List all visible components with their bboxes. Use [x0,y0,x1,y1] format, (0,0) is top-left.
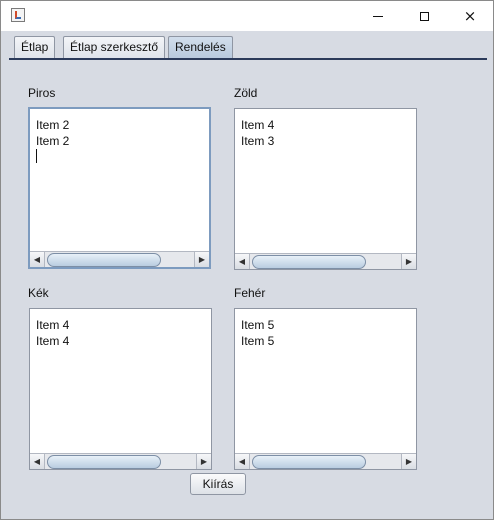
maximize-icon [419,11,429,21]
list-item[interactable]: Item 5 [241,333,274,349]
list-items-zold: Item 4 Item 3 [241,117,274,149]
horizontal-scrollbar[interactable]: ◀ ▶ [30,453,211,469]
scroll-thumb[interactable] [252,255,366,269]
tab-content-divider [9,58,487,60]
list-item[interactable]: Item 4 [36,317,69,333]
java-app-icon [11,8,25,22]
list-zold[interactable]: Item 4 Item 3 ◀ ▶ [234,108,417,270]
list-label-feher: Fehér [234,286,266,300]
rendeles-panel: Piros Item 2 Item 2 ◀ ▶ Zöld Item 4 Item… [1,61,493,517]
list-item[interactable]: Item 5 [241,317,274,333]
list-item[interactable]: Item 4 [241,117,274,133]
list-item[interactable]: Item 4 [36,333,69,349]
scroll-right-icon[interactable]: ▶ [196,454,211,469]
scroll-right-icon[interactable]: ▶ [401,254,416,269]
maximize-button[interactable] [401,1,447,31]
scroll-left-icon[interactable]: ◀ [235,454,250,469]
list-item[interactable]: Item 3 [241,133,274,149]
scroll-right-icon[interactable]: ▶ [401,454,416,469]
list-items-feher: Item 5 Item 5 [241,317,274,349]
scroll-left-icon[interactable]: ◀ [235,254,250,269]
horizontal-scrollbar[interactable]: ◀ ▶ [235,453,416,469]
tab-etlap-szerkeszto[interactable]: Étlap szerkesztő [63,36,166,58]
list-label-zold: Zöld [234,86,258,100]
horizontal-scrollbar[interactable]: ◀ ▶ [235,253,416,269]
scroll-right-icon[interactable]: ▶ [194,252,209,267]
scroll-left-icon[interactable]: ◀ [30,454,45,469]
list-label-kek: Kék [28,286,49,300]
list-item[interactable]: Item 2 [36,133,69,149]
list-kek[interactable]: Item 4 Item 4 ◀ ▶ [29,308,212,470]
kiiras-button[interactable]: Kiírás [190,473,246,495]
scroll-thumb[interactable] [47,455,161,469]
scroll-thumb[interactable] [252,455,366,469]
horizontal-scrollbar[interactable]: ◀ ▶ [30,251,209,267]
app-window: × Étlap Étlap szerkesztő Rendelés Piros … [0,0,494,520]
text-caret [36,149,37,163]
tab-etlap[interactable]: Étlap [14,36,56,58]
close-icon: × [463,6,477,25]
list-label-piros: Piros [28,86,56,100]
list-feher[interactable]: Item 5 Item 5 ◀ ▶ [234,308,417,470]
minimize-button[interactable] [355,1,401,31]
title-bar[interactable]: × [1,1,493,31]
minimize-icon [373,15,383,17]
list-items-piros: Item 2 Item 2 [36,117,69,149]
list-items-kek: Item 4 Item 4 [36,317,69,349]
scroll-left-icon[interactable]: ◀ [30,252,45,267]
list-piros[interactable]: Item 2 Item 2 ◀ ▶ [28,107,211,269]
scroll-thumb[interactable] [47,253,161,267]
list-item[interactable]: Item 2 [36,117,69,133]
tab-rendeles[interactable]: Rendelés [168,36,233,59]
close-button[interactable]: × [447,1,493,31]
